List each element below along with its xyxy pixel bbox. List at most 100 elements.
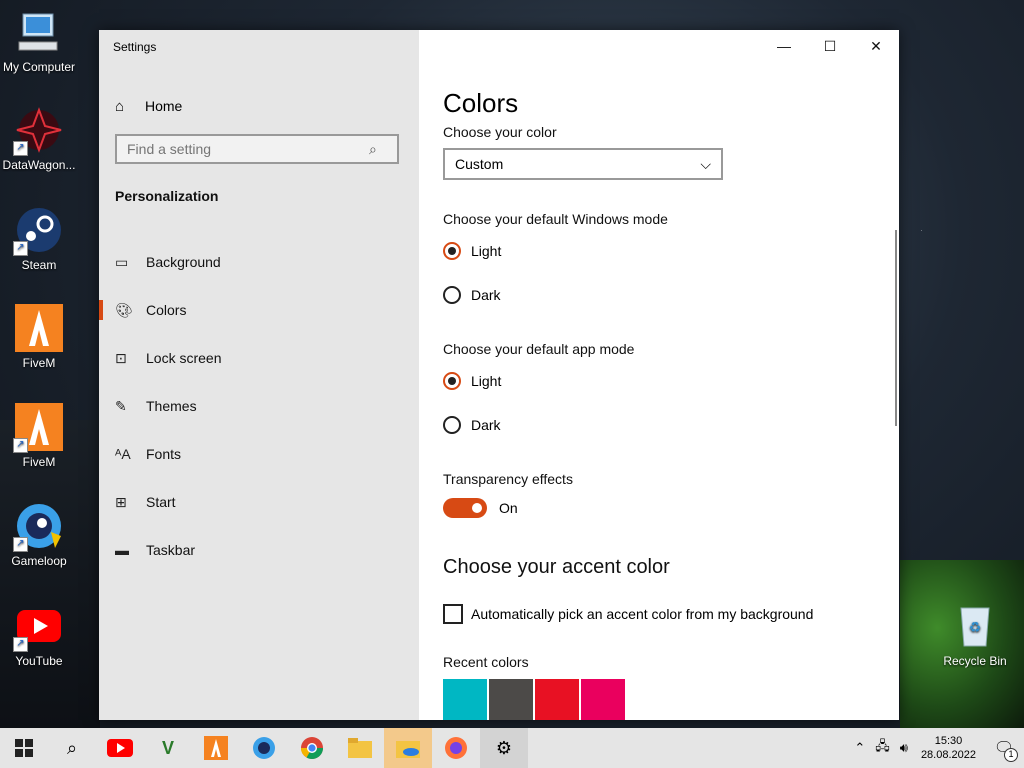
gta-icon: V (161, 737, 174, 758)
radio-unselected-icon (443, 286, 461, 304)
taskbar-gameloop[interactable] (240, 728, 288, 768)
taskbar-file-explorer[interactable] (336, 728, 384, 768)
settings-icon: ⚙ (495, 737, 513, 758)
gameloop-icon (253, 737, 275, 759)
sidebar-item-colors[interactable]: 🎨︎ Colors (99, 286, 419, 334)
search-icon[interactable]: ⌕ (369, 141, 377, 158)
taskbar-gta[interactable]: V (144, 728, 192, 768)
settings-nav: ▭ Background 🎨︎ Colors ⊡ Lock screen ✎ T… (99, 238, 419, 574)
radio-label: Dark (471, 287, 501, 303)
notification-badge: 1 (1004, 748, 1018, 762)
network-icon[interactable]: 🖧︎ (870, 737, 895, 759)
radio-label: Light (471, 373, 502, 389)
sidebar-item-fonts[interactable]: ᴬA Fonts (99, 430, 419, 478)
desktop-icon-steam[interactable]: ↗ Steam (0, 206, 82, 272)
app-mode-light-radio[interactable]: Light (443, 372, 501, 390)
search-box: ⌕ (115, 134, 399, 164)
radio-selected-icon (443, 242, 461, 260)
taskbar-youtube[interactable] (96, 728, 144, 768)
settings-sidebar: Settings ⌂ Home ⌕ Personalization ▭ Back… (99, 30, 419, 720)
sidebar-item-label: Themes (146, 398, 197, 414)
colors-page: Colors Choose your color Custom ⌵ Choose… (443, 30, 883, 720)
recent-colors-label: Recent colors (443, 654, 529, 670)
search-icon: ⌕ (66, 737, 78, 758)
taskbar-settings[interactable]: ⚙ (480, 728, 528, 768)
sidebar-item-taskbar[interactable]: ▬ Taskbar (99, 526, 419, 574)
color-swatch[interactable] (489, 679, 533, 720)
choose-color-dropdown[interactable]: Custom ⌵ (443, 148, 723, 180)
choose-color-value: Custom (455, 156, 504, 172)
system-tray: ⌃ 🖧︎ 🔊︎ 15:30 28.08.2022 🗨︎ 1 (849, 728, 1024, 768)
radio-label: Dark (471, 417, 501, 433)
sidebar-item-lock-screen[interactable]: ⊡ Lock screen (99, 334, 419, 382)
sidebar-item-label: Lock screen (146, 350, 222, 366)
sidebar-item-label: Fonts (146, 446, 182, 462)
choose-color-label: Choose your color (443, 124, 557, 140)
desktop-icon-fivem[interactable]: FiveM (0, 304, 82, 370)
chevron-up-icon[interactable]: ⌃ (849, 740, 870, 756)
clock[interactable]: 15:30 28.08.2022 (913, 734, 984, 762)
steam-icon: ↗ (13, 206, 63, 256)
windows-mode-label: Choose your default Windows mode (443, 211, 668, 227)
firefox-icon (445, 737, 467, 759)
windows-mode-dark-radio[interactable]: Dark (443, 286, 501, 304)
toggle-switch-icon (443, 498, 487, 518)
youtube-icon: ↗ (13, 602, 63, 652)
desktop-icon-label: YouTube (15, 654, 63, 668)
desktop-icon-label: My Computer (2, 60, 76, 74)
desktop-icon-label: Gameloop (11, 554, 67, 568)
desktop-icon-youtube[interactable]: ↗ YouTube (0, 602, 82, 668)
recent-colors-swatches (443, 679, 625, 720)
search-input[interactable] (117, 140, 369, 158)
chrome-icon (301, 737, 323, 759)
taskbar: ⌕ V ⚙ ⌃ 🖧︎ 🔊︎ 15:30 28.08.2022 🗨︎ 1 (0, 728, 1024, 768)
svg-text:♻: ♻ (969, 619, 982, 635)
sidebar-item-label: Background (146, 254, 221, 270)
transparency-toggle[interactable]: On (443, 498, 518, 518)
recycle-bin-icon: ♻ (951, 602, 999, 650)
clock-time: 15:30 (934, 735, 963, 747)
notification-button[interactable]: 🗨︎ 1 (984, 738, 1024, 762)
desktop-icon-label: Steam (21, 258, 57, 272)
desktop-icon-gameloop[interactable]: ↗ Gameloop (0, 502, 82, 568)
gameloop-icon: ↗ (13, 502, 63, 552)
desktop-icon-fivem-2[interactable]: ↗ FiveM (0, 403, 82, 469)
computer-icon (15, 8, 63, 56)
search-button[interactable]: ⌕ (48, 728, 96, 768)
clock-date: 28.08.2022 (920, 749, 976, 761)
volume-icon[interactable]: 🔊︎ (895, 740, 913, 756)
radio-selected-icon (443, 372, 461, 390)
shortcut-arrow-icon: ↗ (13, 537, 28, 552)
taskbar-chrome[interactable] (288, 728, 336, 768)
home-icon: ⌂ (115, 97, 125, 115)
taskbar-firefox[interactable] (432, 728, 480, 768)
accent-heading: Choose your accent color (443, 556, 670, 578)
sidebar-item-label: Taskbar (146, 542, 196, 558)
taskbar-fivem[interactable] (192, 728, 240, 768)
window-title: Settings (113, 40, 157, 54)
start-button[interactable] (0, 728, 48, 768)
palette-icon: 🎨︎ (115, 301, 133, 318)
desktop-icon-label: FiveM (22, 455, 56, 469)
auto-accent-checkbox[interactable]: Automatically pick an accent color from … (443, 604, 813, 624)
color-swatch[interactable] (581, 679, 625, 720)
taskbar-onedrive-folder[interactable] (384, 728, 432, 768)
scrollbar[interactable] (895, 230, 897, 426)
section-heading: Personalization (115, 188, 219, 204)
app-mode-label: Choose your default app mode (443, 341, 635, 357)
windows-mode-light-radio[interactable]: Light (443, 242, 501, 260)
app-mode-dark-radio[interactable]: Dark (443, 416, 501, 434)
transparency-label: Transparency effects (443, 471, 573, 487)
desktop-icon-recycle-bin[interactable]: ♻ Recycle Bin (932, 602, 1018, 668)
shortcut-arrow-icon: ↗ (13, 438, 28, 453)
color-swatch[interactable] (535, 679, 579, 720)
desktop-icon-my-computer[interactable]: My Computer (0, 8, 82, 74)
home-nav-item[interactable]: ⌂ Home (115, 94, 182, 118)
desktop-icon-datawagon[interactable]: ↗ DataWagon... (0, 106, 82, 172)
sidebar-item-start[interactable]: ⊞ Start (99, 478, 419, 526)
sidebar-item-background[interactable]: ▭ Background (99, 238, 419, 286)
fivem-icon: ↗ (13, 403, 63, 453)
color-swatch[interactable] (443, 679, 487, 720)
sidebar-item-themes[interactable]: ✎ Themes (99, 382, 419, 430)
shortcut-arrow-icon: ↗ (13, 637, 28, 652)
